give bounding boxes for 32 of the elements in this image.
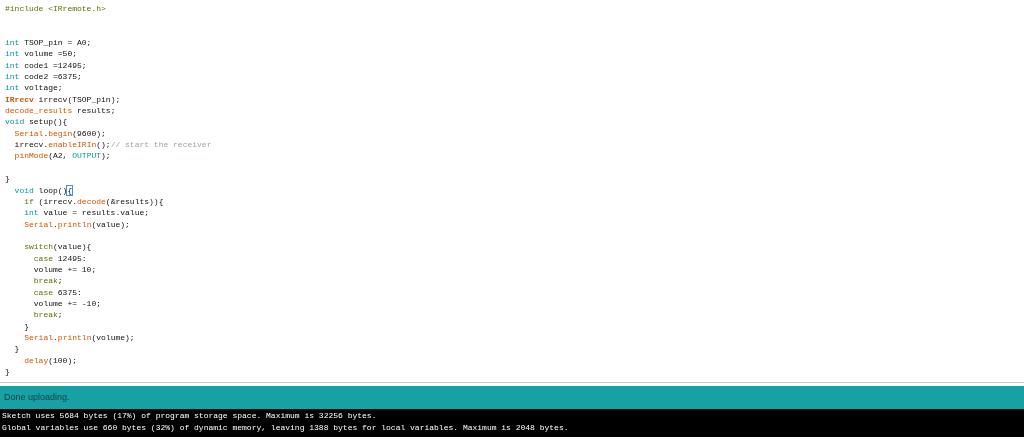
code-line: int volume =50; <box>5 49 77 59</box>
code-line: int code2 =6375; <box>5 72 82 82</box>
code-line: delay(100); <box>23 355 78 365</box>
code-line: case 6375: <box>32 287 82 297</box>
code-line: int value = results.value; <box>23 208 150 218</box>
code-line: decode_results results; <box>5 106 116 116</box>
console-line: Sketch uses 5684 bytes (17%) of program storage space. Maximum is 32256 bytes. <box>2 410 378 422</box>
status-message: Done uploading. <box>4 390 70 404</box>
code-line: break; <box>32 276 63 286</box>
code-line: break; <box>32 310 63 320</box>
code-line: volume += 10; <box>32 264 97 274</box>
code-line: case 12495: <box>32 253 87 263</box>
code-line: } <box>23 321 29 331</box>
code-line: } <box>5 367 10 376</box>
code-line: Serial.println(value); <box>23 219 130 229</box>
code-line: volume += -10; <box>32 298 101 308</box>
code-line: Serial.begin(9600); <box>13 128 106 138</box>
code-line: void setup(){ <box>5 117 68 127</box>
code-line: int TSOP_pin = A0; <box>5 38 92 48</box>
code-line: void loop(){ <box>13 185 73 195</box>
code-line: } <box>13 344 20 354</box>
code-line: if (irrecv.decode(&results)){ <box>23 196 164 206</box>
code-line: pinMode(A2, OUTPUT); <box>13 151 111 161</box>
console-line: Global variables use 660 bytes (32%) of dynamic memory, leaving 1388 bytes for local variables. Maximum is 2048 bytes. <box>2 421 570 433</box>
code-line: Serial.println(volume); <box>23 332 135 342</box>
code-line: IRrecv irrecv(TSOP_pin); <box>5 94 121 104</box>
code-line: #include <IRremote.h> <box>5 4 106 13</box>
code-line: } <box>5 174 10 184</box>
code-line: int voltage; <box>5 83 63 93</box>
code-line: irrecv.enableIRIn();// start the receiver <box>13 140 212 150</box>
code-line: switch(value){ <box>23 242 92 252</box>
code-line: int code1 =12495; <box>5 60 87 70</box>
